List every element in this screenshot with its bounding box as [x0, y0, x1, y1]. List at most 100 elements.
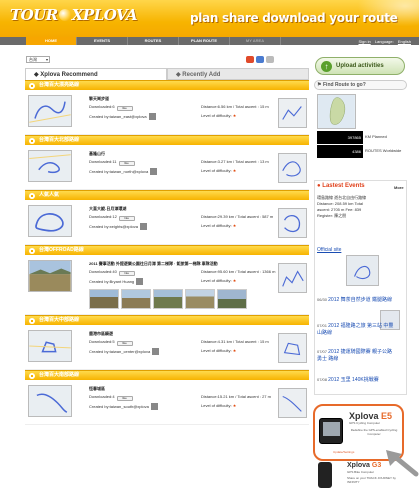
- avatar[interactable]: [139, 223, 147, 230]
- route-item[interactable]: 大直大縱-日月潭環湖 Downloaded:12 like Created by:…: [25, 200, 309, 245]
- route-list: 台灣百大漂亮路線 擎天崗步道 Downloaded:6 like Created …: [25, 80, 309, 425]
- event-list-item[interactable]: 06/30 2012 舞茶自然步道 鐵腿路線: [317, 296, 397, 303]
- route-title[interactable]: 擎天崗步道: [89, 96, 109, 102]
- like-button[interactable]: like: [118, 216, 135, 221]
- event-name[interactable]: 2012 舞茶自然步道 鐵腿路線: [328, 297, 392, 303]
- route-photo[interactable]: [89, 289, 119, 309]
- upload-label: Upload activities: [336, 63, 384, 69]
- taiwan-map[interactable]: [317, 94, 356, 129]
- route-downloads: Downloaded:5 like: [89, 339, 133, 346]
- official-site-link[interactable]: Official site: [317, 247, 341, 253]
- event-name[interactable]: 2012 玉里 140K挑戰賽: [328, 377, 379, 383]
- creator-text: Created by:taiwan_north@xplova: [89, 169, 149, 174]
- elevation-thumbnail[interactable]: [278, 153, 307, 183]
- star-icon: ★: [232, 348, 237, 353]
- route-title[interactable]: 恆春城區: [89, 386, 105, 392]
- list-icon[interactable]: [266, 56, 274, 63]
- star-icon: ★: [232, 168, 237, 173]
- like-button[interactable]: like: [116, 396, 133, 401]
- site-stats: 397865 4386: [317, 131, 363, 159]
- like-button[interactable]: like: [118, 271, 135, 276]
- elevation-thumbnail[interactable]: [278, 333, 307, 363]
- category-bar[interactable]: 人氣人氣: [25, 190, 309, 200]
- tab-recently-add[interactable]: ◆ Recently Add: [167, 68, 309, 80]
- nav-home[interactable]: HOME: [26, 37, 77, 45]
- language-link[interactable]: English: [398, 39, 411, 44]
- nav-events[interactable]: EVENTS: [77, 37, 128, 45]
- like-button[interactable]: like: [116, 106, 133, 111]
- route-title[interactable]: 鹿港市區騎遊: [89, 331, 113, 337]
- downloads-text: Downloaded:6: [89, 104, 115, 109]
- route-creator: Created by:Bryant Huang: [89, 278, 144, 285]
- route-item[interactable]: 鹿港市區騎遊 Downloaded:5 like Created by:taiwa…: [25, 325, 309, 370]
- route-title[interactable]: 基隆山行: [89, 151, 105, 157]
- like-button[interactable]: like: [118, 161, 135, 166]
- difficulty-text: Level of difficulty:: [201, 168, 232, 173]
- nav-plan-route[interactable]: PLAN ROUTE: [179, 37, 230, 45]
- event-date: 06/30: [317, 297, 328, 302]
- route-map-thumbnail[interactable]: [28, 385, 72, 417]
- upload-activities-button[interactable]: ↑ Upload activities: [315, 57, 405, 75]
- map-icon[interactable]: [256, 56, 264, 63]
- avatar[interactable]: [148, 113, 156, 120]
- elevation-thumbnail[interactable]: [278, 388, 307, 418]
- google-icon[interactable]: [246, 56, 254, 63]
- like-button[interactable]: like: [116, 341, 133, 346]
- route-distance: Distance:4.31 km / Total ascent : 15 m: [201, 339, 269, 344]
- category-bar[interactable]: 台灣OFFROAD路線: [25, 245, 309, 255]
- event-route-thumbnail[interactable]: [346, 255, 379, 286]
- event-list-item[interactable]: 07/01 2012 福隆路之旅 第三站 中豐山路線: [317, 322, 397, 336]
- ad2-title[interactable]: Xplova G3: [347, 462, 381, 469]
- site-logo[interactable]: TOUR XPLOVA: [10, 6, 138, 24]
- route-difficulty: Level of difficulty: ★: [201, 278, 236, 283]
- route-photo[interactable]: [121, 289, 151, 309]
- update-settings-link[interactable]: Update/Settings: [333, 450, 354, 454]
- category-bar[interactable]: 台灣百大漂亮路線: [25, 80, 309, 90]
- event-name[interactable]: 2012 捷運騎國際賽 親子公路勇士 路線: [317, 349, 392, 362]
- avatar[interactable]: [150, 168, 158, 175]
- event-name[interactable]: 2012 福隆路之旅 第三站 中豐山路線: [317, 323, 393, 336]
- ad2-brand: Xplova: [347, 462, 370, 469]
- category-bar[interactable]: 台灣百大北部路線: [25, 135, 309, 145]
- route-photo[interactable]: [153, 289, 183, 309]
- category-bar[interactable]: 台灣百大南部路線: [25, 370, 309, 380]
- more-events-link[interactable]: More: [394, 185, 404, 190]
- event-list-item[interactable]: 07/07 2012 捷運騎國際賽 親子公路勇士 路線: [317, 348, 397, 362]
- route-downloads: Downloaded:6 like: [89, 104, 133, 111]
- avatar[interactable]: [152, 348, 160, 355]
- route-title[interactable]: 2011 賽事活動 外提遊樂公園往日月潭 第二梯隊 · 鉅旅第一梯隊 車隊活動: [89, 261, 218, 267]
- region-select[interactable]: 台灣: [26, 56, 50, 63]
- route-difficulty: Level of difficulty: ★: [201, 168, 236, 173]
- route-map-thumbnail[interactable]: [28, 330, 72, 362]
- route-title[interactable]: 大直大縱-日月潭環湖: [89, 206, 126, 212]
- sign-in-link[interactable]: Sign in: [358, 39, 370, 44]
- route-map-thumbnail[interactable]: [28, 150, 72, 182]
- avatar[interactable]: [150, 403, 158, 410]
- route-photo[interactable]: [217, 289, 247, 309]
- nav-routes[interactable]: ROUTES: [128, 37, 179, 45]
- tab-xplova-recommend[interactable]: ◆ Xplova Recommend: [25, 68, 167, 80]
- creator-text: Created by:taiwan_center@xplova: [89, 349, 151, 354]
- difficulty-text: Level of difficulty:: [201, 223, 232, 228]
- creator-text: Created by:xeights@xplova: [89, 224, 138, 229]
- elevation-thumbnail[interactable]: [278, 263, 307, 293]
- route-downloads: Downloaded:12 like: [89, 214, 135, 221]
- route-item[interactable]: 2011 賽事活動 外提遊樂公園往日月潭 第二梯隊 · 鉅旅第一梯隊 車隊活動 …: [25, 255, 309, 315]
- route-map-thumbnail[interactable]: [28, 95, 72, 127]
- route-item[interactable]: 恆春城區 Downloaded:4 like Created by:taiwan_…: [25, 380, 309, 425]
- route-photo-thumbnail[interactable]: [28, 260, 72, 292]
- avatar[interactable]: [136, 278, 144, 285]
- route-map-thumbnail[interactable]: [28, 205, 72, 237]
- find-route-button[interactable]: Find Route to go?: [314, 80, 407, 90]
- category-bar[interactable]: 台灣百大中部路線: [25, 315, 309, 325]
- route-item[interactable]: 基隆山行 Downloaded:11 like Created by:taiwan…: [25, 145, 309, 190]
- event-list-item[interactable]: 07/08 2012 玉里 140K挑戰賽: [317, 376, 397, 383]
- elevation-thumbnail[interactable]: [278, 208, 307, 238]
- route-item[interactable]: 擎天崗步道 Downloaded:6 like Created by:taiwan…: [25, 90, 309, 135]
- nav-my-area[interactable]: MY AREA: [230, 37, 281, 45]
- route-distance: Distance:29.39 km / Total ascent : 587 m: [201, 214, 274, 219]
- top-links: Sign in Language: English: [355, 39, 411, 44]
- elevation-thumbnail[interactable]: [278, 98, 307, 128]
- event-date: 07/01: [317, 323, 328, 328]
- route-photo[interactable]: [185, 289, 215, 309]
